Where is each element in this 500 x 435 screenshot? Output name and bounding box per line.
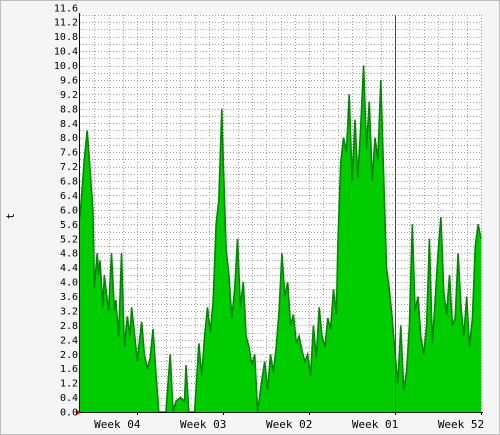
x-tick-label: Week 01: [352, 418, 398, 431]
y-tick-label: 8.8: [60, 104, 78, 115]
y-tick-label: 8.0: [60, 133, 78, 144]
y-tick-label: 9.6: [60, 75, 78, 86]
y-tick-label: 8.4: [60, 119, 78, 130]
x-tick-label: Week 03: [180, 418, 226, 431]
y-tick-label: 7.2: [60, 162, 78, 173]
y-tick-label: 4.4: [60, 263, 78, 274]
y-tick-label: 5.2: [60, 234, 78, 245]
y-tick-label: 3.2: [60, 306, 78, 317]
y-tick-label: 0.0: [60, 408, 78, 419]
area-chart: 0.0 0.4 1.2 1.6 2.0 2.4 2.8 3.2 3.6 4.0 4.4 4.8 5.2 5…: [4, 3, 484, 431]
y-tick-label: 5.6: [60, 220, 78, 231]
x-tick-label: Week 02: [266, 418, 312, 431]
x-tick-label: Week 04: [94, 418, 141, 431]
y-tick-label: 1.6: [60, 364, 78, 375]
x-tick-label: Week 52: [438, 418, 484, 431]
y-tick-label: 9.2: [60, 90, 78, 101]
y-tick-labels: 0.0 0.4 1.2 1.6 2.0 2.4 2.8 3.2 3.6 4.0 4.4 4.8 5.2 5…: [54, 3, 78, 419]
y-tick-label: 4.0: [60, 278, 78, 289]
y-tick-label: 11.2: [54, 18, 78, 29]
y-tick-label: 2.4: [60, 335, 78, 346]
y-tick-label: 3.6: [60, 292, 78, 303]
y-tick-label: 2.8: [60, 321, 78, 332]
y-axis-label: t: [4, 213, 17, 220]
x-tick-labels: Week 04 Week 03 Week 02 Week 01 Week 52: [94, 418, 484, 431]
y-tick-label: 6.8: [60, 177, 78, 188]
y-tick-label: 10.4: [54, 47, 78, 58]
y-tick-label: 0.4: [60, 393, 78, 404]
y-tick-label: 10.8: [54, 32, 78, 43]
y-tick-label: 7.6: [60, 148, 78, 159]
y-tick-label: 6.0: [60, 205, 78, 216]
y-tick-label: 6.4: [60, 191, 78, 202]
y-tick-label: 10.0: [54, 61, 78, 72]
y-tick-label: 2.0: [60, 350, 78, 361]
y-tick-label: 1.2: [60, 379, 78, 390]
y-tick-label: 11.6: [54, 3, 78, 14]
y-tick-label: 4.8: [60, 249, 78, 260]
